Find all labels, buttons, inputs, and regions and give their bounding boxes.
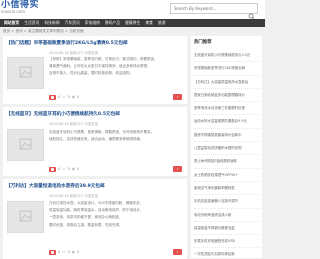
nav-item-digital[interactable]: 数码产品 [105,19,120,27]
search-icon[interactable] [248,5,255,20]
view-icon: ◉ [71,167,75,171]
sidebar-item[interactable]: 居家日用收纳盒多功能整理箱特价 [194,89,260,103]
article-thumbnail[interactable] [7,201,44,233]
sidebar-item[interactable]: 电动牙刷声波清洁成人款 [194,209,260,222]
excerpt-line: 限时优惠，领券后立减，数量有限，先到先得。 [49,222,123,227]
article-card: 【万利达】大容量恒温电热水壶券后39.9元包邮 2020-08-18 阅读(37… [3,179,187,259]
main-nav: 网站首页 生活资讯 科技新闻 汽车资讯 家电维修 数码产品 健康养生 美食 旅游 [0,19,265,27]
view-count: 0 [76,95,80,99]
nav-item-home[interactable]: 网站首页 [4,19,19,27]
article-title[interactable]: 【无线蓝牙】无线蓝牙耳机小巧便携续航持久0.5元包邮 [6,111,120,117]
header: 小信得实 xiaoxin.com [0,0,265,20]
article-meta: 2020-08-18 阅读(37) 分类目录 [49,194,99,198]
article-thumbnail[interactable] [7,129,44,161]
excerpt-line: 万利达电热水壶，大容量设计，304不锈钢内胆，健康安全， [49,201,144,205]
read-more-button[interactable]: › [173,166,182,172]
sidebar-item[interactable]: 儿童益智玩具拼图积木限时抢购 [194,142,260,156]
site-logo[interactable]: 小信得实 xiaoxin.com [1,1,39,14]
like-button[interactable] [49,166,56,172]
view-icon: ◉ [71,250,75,254]
read-more-button[interactable]: › [173,249,182,255]
nav-item-repair[interactable]: 家电维修 [85,19,100,27]
excerpt-line: 续航持久，支持快速充电，适合运动、通勤等多种使用场景。 [49,137,144,142]
sidebar-item[interactable]: 吊带基础款夏季流行2KG清爽包邮 [194,62,260,76]
sidebar-list: 无线蓝牙耳机小巧便携续航持久0.5元 吊带基础款夏季流行2KG清爽包邮 【万利达… [194,49,260,259]
excerpt-line: 恒温保温功能，随时享用温水，自动断电保护，防干烧设计， [49,208,144,213]
sidebar-item[interactable]: 夏季清凉冰丝凉席三件套限时优惠 [194,102,260,116]
sidebar-title: 热门推荐 [194,40,212,45]
nav-item-health[interactable]: 健康养生 [125,19,140,27]
article-excerpt: 【吊带】吊带基础款，夏季流行款，日常出行，款式简约，穿着舒适， 清爽透气面料，让… [49,56,182,78]
comment-icon[interactable]: ▭ [62,167,65,171]
comment-icon[interactable]: ▭ [62,95,65,99]
nav-item-tech[interactable]: 科技新闻 [44,19,59,27]
nav-item-life[interactable]: 生活资讯 [24,19,39,27]
like-count: 0 [58,250,61,254]
read-more-button[interactable]: › [173,94,182,100]
sidebar-item[interactable]: 手机支架桌面懒人支架可调节 [194,195,260,209]
sidebar-item[interactable]: 【万利达】大容量恒温电热水壶券后 [194,76,260,89]
comment-icon[interactable]: ▭ [62,250,65,254]
article-excerpt: 万利达电热水壶，大容量设计，304不锈钢内胆，健康安全， 恒温保温功能，随时享用… [49,200,182,229]
article-meta: 2020-08-18 阅读(37) 分类目录 [49,122,99,126]
excerpt-line: 无线蓝牙耳机小巧便携，音质清晰，佩戴舒适，长时间使用不累耳， [49,130,154,134]
comment-count: 0 [67,95,70,99]
sidebar-item[interactable]: 运动水杯大容量便携防漏券后9.9元 [194,115,260,129]
sidebar-item[interactable]: 无线蓝牙耳机小巧便携续航持久0.5元 [194,49,260,63]
excerpt-line: 一壶多用，泡茶冲奶都方便，家用办公两相宜。 [49,215,123,220]
view-count: 0 [76,167,80,171]
article-card: 【热门话题】吊带基础款夏季流行2KG/L5g清爽0.5元包邮 2020-08-1… [3,36,187,104]
article-title[interactable]: 【万利达】大容量恒温电热水壶券后39.9元包邮 [6,183,105,189]
like-count: 0 [58,167,61,171]
search-box [170,3,258,20]
article-card: 【无线蓝牙】无线蓝牙耳机小巧便携续航持久0.5元包邮 2020-08-18 阅读… [3,107,187,176]
nav-item-food[interactable]: 美食 [145,19,153,27]
sidebar-item[interactable]: 厨房不锈钢锅具套装特价包邮中 [194,129,260,143]
article-thumbnail[interactable] [7,57,44,89]
nav-item-travel[interactable]: 旅游 [158,19,166,27]
breadcrumb: 首页 > 资讯 > 某主题相关文章列表页 > 当前页面 [3,29,84,33]
excerpt-line: 【吊带】吊带基础款，夏季流行款，日常出行，款式简约，穿着舒适， [49,57,158,61]
article-actions: 0 ▭ 0 ◉ 0 [49,249,79,255]
article-actions: 0 ▭ 0 ◉ 0 [49,94,79,100]
excerpt-line: 百搭不挑人，性价比超高，限时特惠包邮，欢迎选购。 [49,71,133,76]
article-actions: 0 ▭ 0 ◉ 0 [49,166,79,172]
article-title[interactable]: 【热门话题】吊带基础款夏季流行2KG/L5g清爽0.5元包邮 [6,40,128,46]
sidebar-item[interactable]: 男士休闲短袖T恤纯棉舒适款 [194,155,260,169]
like-button[interactable] [49,249,56,255]
sidebar-item[interactable]: 家用空气净化器除甲醛特惠 [194,182,260,196]
nav-item-auto[interactable]: 汽车资讯 [65,19,80,27]
hot-recommend-box: 热门推荐 无线蓝牙耳机小巧便携续航持久0.5元 吊带基础款夏季流行2KG清爽包邮… [191,36,262,258]
sidebar-item[interactable]: 车载手机充电器快充双USB [194,235,260,249]
article-meta: 2020-08-18 阅读(37) 分类目录 [49,51,99,55]
comment-count: 0 [67,167,70,171]
comment-count: 0 [67,250,70,254]
search-input[interactable] [171,4,247,13]
sidebar-item[interactable]: 女士防晒衣轻薄透气UPF50+ [194,169,260,182]
sidebar-item[interactable]: 一次性洗脸巾加厚珍珠纹款 [194,248,260,259]
view-icon: ◉ [71,95,75,99]
view-count: 0 [76,250,80,254]
article-excerpt: 无线蓝牙耳机小巧便携，音质清晰，佩戴舒适，长时间使用不累耳， 续航持久，支持快速… [49,129,182,143]
like-count: 0 [58,95,61,99]
sidebar-item[interactable]: 保温饭盒不锈钢分格便当盒 [194,222,260,236]
like-button[interactable] [49,94,56,100]
logo-domain: xiaoxin.com [1,9,26,14]
excerpt-line: 清爽透气面料，让你在炎炎夏日中保持清凉，适合多种场合穿搭， [49,64,151,69]
